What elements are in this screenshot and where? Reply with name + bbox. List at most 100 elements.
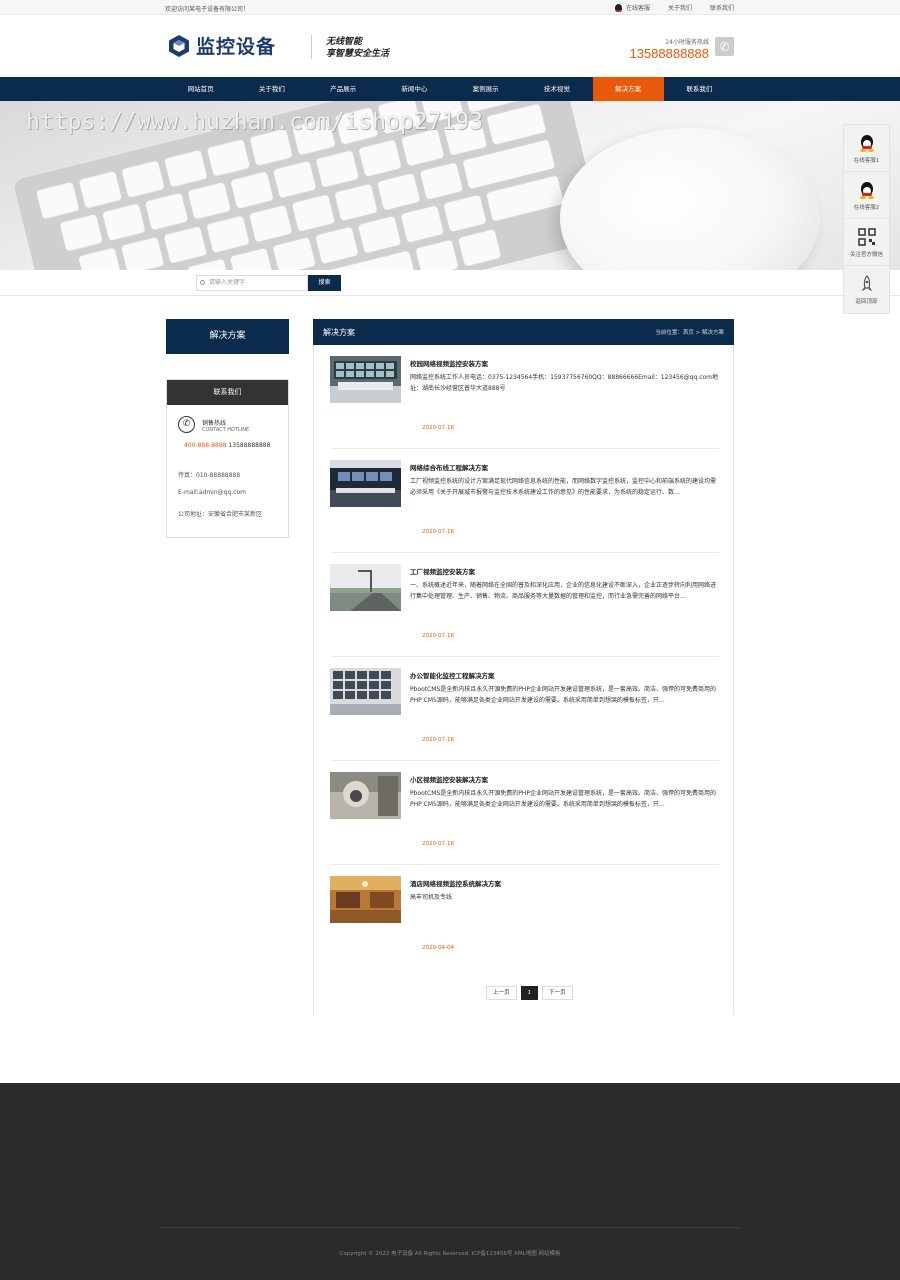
- top-links: 在线客服 关于我们 联系我们: [614, 3, 734, 12]
- item-title[interactable]: 工厂视频监控安装方案: [410, 566, 475, 576]
- item-date: 2020-07-16: [422, 529, 454, 535]
- page-number-current[interactable]: 1: [520, 986, 539, 1000]
- header: 监控设备 无线智能 享智慧安全生活 24小时服务热线 13588888888 ✆: [0, 15, 900, 77]
- thumbnail-control-room[interactable]: [330, 356, 401, 403]
- contact-box: 联系我们 ✆ 销售热线 CONTACT HOTLINE 400-888-8888…: [166, 379, 289, 538]
- back-to-top[interactable]: 返回顶部: [844, 266, 889, 313]
- content-header: 解决方案 当前位置：首页 > 解决方案: [313, 319, 734, 345]
- search-bar: 请输入关键字 搜索: [0, 270, 900, 296]
- thumbnail-video-wall[interactable]: [330, 668, 401, 715]
- slogan-line2: 享智慧安全生活: [326, 49, 390, 59]
- nav-item-cases[interactable]: 案例展示: [450, 77, 521, 101]
- top-bar: 欢迎访问某电子设备有限公司！ 在线客服 关于我们 联系我们: [0, 0, 900, 15]
- nav-item-news[interactable]: 新闻中心: [379, 77, 450, 101]
- item-desc: PbootCMS是全新内核且永久开源免费的PHP企业网站开发建设管理系统，是一套…: [410, 790, 717, 808]
- content-title: 解决方案: [323, 328, 355, 337]
- item-desc: PbootCMS是全新内核且永久开源免费的PHP企业网站开发建设管理系统，是一套…: [410, 686, 717, 704]
- hotline: 24小时服务热线 13588888888: [629, 37, 709, 61]
- phone-icon: ✆: [715, 37, 734, 56]
- search-icon: [200, 280, 205, 285]
- qq-service-1-label: 在线客服1: [853, 158, 880, 164]
- footer-copyright: Copyright © 2022 电子设备 All Rights Reserve…: [339, 1251, 561, 1257]
- item-title[interactable]: 办公智能化监控工程解决方案: [410, 670, 495, 680]
- slogan: 无线智能 享智慧安全生活: [326, 36, 389, 60]
- solution-list: 校园网络视频监控安装方案 网络监控系统工作人员电话：0375-1234564手机…: [313, 345, 734, 1015]
- phone-mobile: 13588888888: [228, 442, 271, 449]
- main-nav: 网站首页 关于我们 产品展示 新闻中心 案例展示 技术视觉 解决方案 联系我们: [0, 77, 900, 101]
- qq-service-2[interactable]: 在线客服2: [844, 172, 889, 219]
- logo-cube-icon: [168, 34, 190, 58]
- welcome-text: 欢迎访问某电子设备有限公司！: [165, 6, 250, 13]
- header-divider: [311, 35, 312, 59]
- qq-icon: [614, 3, 622, 12]
- item-date: 2020-07-16: [422, 633, 454, 639]
- item-date: 2020-07-16: [422, 425, 454, 431]
- pagination: 上一页 1 下一页: [486, 986, 573, 1000]
- item-date: 2020-04-04: [422, 945, 454, 951]
- next-page-button[interactable]: 下一页: [542, 986, 573, 1000]
- item-desc: 高丰司机及专线: [410, 894, 453, 901]
- contact-phones: 400-888-8888 13588888888: [184, 442, 270, 449]
- list-item[interactable]: 网络综合布线工程解决方案 工厂视频监控系统的设计方案满足现代网络信息系统的性能，…: [330, 449, 719, 553]
- thumbnail-monitor-center[interactable]: [330, 460, 401, 507]
- item-title[interactable]: 网络综合布线工程解决方案: [410, 462, 488, 472]
- search-placeholder: 请输入关键字: [209, 279, 246, 286]
- logo[interactable]: 监控设备: [168, 32, 276, 59]
- nav-item-tech[interactable]: 技术视觉: [521, 77, 592, 101]
- qq-service-1[interactable]: 在线客服1: [844, 125, 889, 172]
- thumbnail-dome-camera[interactable]: [330, 772, 401, 819]
- logo-text: 监控设备: [196, 36, 277, 58]
- list-item[interactable]: 校园网络视频监控安装方案 网络监控系统工作人员电话：0375-1234564手机…: [330, 345, 719, 449]
- thumbnail-hotel-lobby[interactable]: [330, 876, 401, 923]
- search-input[interactable]: 请输入关键字: [196, 275, 308, 291]
- footer: Copyright © 2022 电子设备 All Rights Reserve…: [0, 1083, 900, 1280]
- contact-title: 联系我们: [167, 380, 288, 405]
- back-to-top-label: 返回顶部: [855, 299, 878, 305]
- phone-icon: ✆: [178, 416, 195, 433]
- item-desc: 网络监控系统工作人员电话：0375-1234564手机：15937756760Q…: [410, 374, 719, 392]
- list-item[interactable]: 办公智能化监控工程解决方案 PbootCMS是全新内核且永久开源免费的PHP企业…: [330, 657, 719, 761]
- phone-400: 400-888-8888: [184, 442, 227, 449]
- slogan-line1: 无线智能: [326, 37, 363, 47]
- contact-email: E-mail:admin@qq.com: [178, 489, 246, 496]
- wechat-follow-label: 关注官方微信: [849, 252, 883, 258]
- qrcode-icon: [857, 227, 876, 247]
- item-desc: 工厂视频监控系统的设计方案满足现代网络信息系统的性能，而网络数字监控系统，监控中…: [410, 478, 717, 496]
- nav-item-home[interactable]: 网站首页: [165, 77, 236, 101]
- nav-item-contact[interactable]: 联系我们: [664, 77, 735, 101]
- about-link[interactable]: 关于我们: [668, 3, 692, 12]
- item-title[interactable]: 校园网络视频监控安装方案: [410, 358, 488, 368]
- qq-icon: [858, 180, 876, 200]
- contact-link[interactable]: 联系我们: [710, 3, 734, 12]
- list-item[interactable]: 酒店网络视频监控系统解决方案 高丰司机及专线 2020-04-04: [330, 865, 719, 969]
- hotline-en: CONTACT HOTLINE: [202, 427, 250, 433]
- floating-service-bar: 在线客服1 在线客服2 关注官方微信 返回顶部: [843, 124, 890, 314]
- nav-item-products[interactable]: 产品展示: [308, 77, 379, 101]
- list-item[interactable]: 小区视频监控安装解决方案 PbootCMS是全新内核且永久开源免费的PHP企业网…: [330, 761, 719, 865]
- thumbnail-road-camera[interactable]: [330, 564, 401, 611]
- nav-item-solutions[interactable]: 解决方案: [592, 77, 664, 101]
- banner: https://www.huzhan.com/ishop27193: [0, 101, 900, 270]
- item-desc: 一、系统概述近年来，随着网络在全国的普及和深化应用，企业的信息化建设不断深入，企…: [410, 582, 717, 600]
- item-date: 2020-07-16: [422, 737, 454, 743]
- item-date: 2020-07-16: [422, 841, 454, 847]
- hotline-cn: 销售热线: [202, 420, 227, 427]
- item-title[interactable]: 小区视频监控安装解决方案: [410, 774, 488, 784]
- hotline-number: 13588888888: [629, 46, 709, 61]
- watermark-text: https://www.huzhan.com/ishop27193: [26, 109, 483, 135]
- contact-fax: 传真：010-88888888: [178, 472, 241, 479]
- wechat-follow[interactable]: 关注官方微信: [844, 219, 889, 266]
- online-service-link[interactable]: 在线客服: [614, 3, 650, 12]
- item-title[interactable]: 酒店网络视频监控系统解决方案: [410, 878, 501, 888]
- prev-page-button[interactable]: 上一页: [486, 986, 517, 1000]
- rocket-icon: [858, 274, 876, 294]
- breadcrumb[interactable]: 当前位置：首页 > 解决方案: [655, 328, 724, 336]
- sidebar-title[interactable]: 解决方案: [166, 319, 289, 354]
- qq-icon: [858, 133, 876, 153]
- contact-address: 公司地址：安徽省合肥市某新区: [178, 511, 263, 518]
- hotline-label: 24小时服务热线: [665, 39, 709, 46]
- list-item[interactable]: 工厂视频监控安装方案 一、系统概述近年来，随着网络在全国的普及和深化应用，企业的…: [330, 553, 719, 657]
- nav-item-about[interactable]: 关于我们: [236, 77, 307, 101]
- search-button[interactable]: 搜索: [308, 275, 341, 291]
- footer-divider: [160, 1227, 740, 1228]
